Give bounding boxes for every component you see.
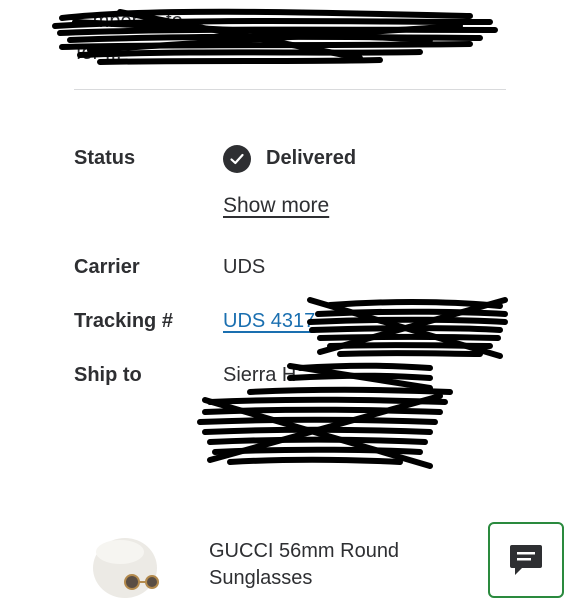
carrier-label: Carrier [74, 256, 140, 278]
redaction-scribble-header [52, 8, 498, 65]
chat-icon [510, 545, 542, 575]
divider [74, 89, 506, 90]
show-more-link[interactable]: Show more [223, 194, 329, 218]
status-label: Status [74, 147, 136, 169]
chat-button[interactable] [488, 522, 564, 598]
status-value: Delivered [266, 147, 357, 169]
check-circle-icon [223, 145, 251, 173]
carrier-value: UDS [223, 256, 266, 278]
product-image[interactable] [80, 538, 180, 598]
product-name[interactable]: GUCCI 56mm Round Sunglasses [209, 538, 449, 592]
redaction-scribble-address [197, 297, 508, 469]
